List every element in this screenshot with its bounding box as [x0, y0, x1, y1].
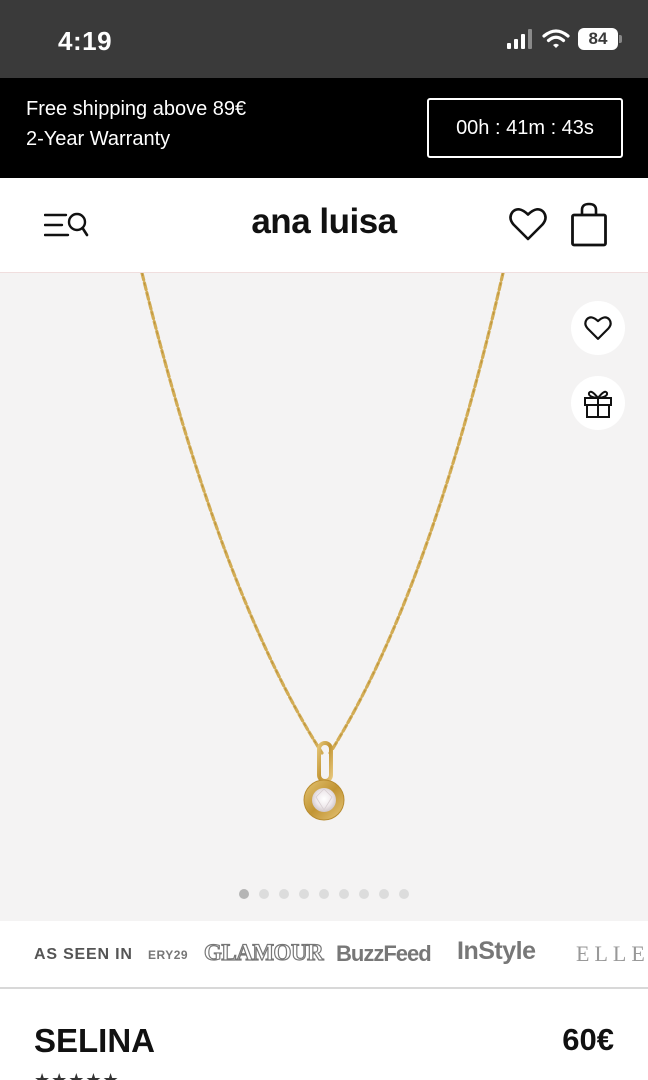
brand-logo[interactable]: ana luisa [0, 202, 648, 242]
heart-icon [584, 316, 612, 340]
cellular-signal-icon [507, 29, 532, 49]
gift-button[interactable] [571, 376, 625, 430]
battery-icon: 84 [578, 28, 622, 50]
as-seen-in-bar: AS SEEN IN ERY29 GLAMOUR BuzzFeed InStyl… [0, 921, 648, 989]
press-logo-glamour: GLAMOUR [203, 939, 324, 965]
as-seen-in-label: AS SEEN IN [34, 946, 133, 963]
carousel-dot[interactable] [239, 889, 249, 899]
star-rating: ★★★★★ [34, 1070, 120, 1080]
carousel-dot[interactable] [279, 889, 289, 899]
gift-icon [584, 390, 612, 418]
necklace-image [140, 273, 505, 821]
heart-icon[interactable] [509, 206, 547, 242]
carousel-dot[interactable] [359, 889, 369, 899]
status-time: 4:19 [58, 26, 113, 56]
carousel-dot[interactable] [339, 889, 349, 899]
product-price: 60€ [562, 1022, 614, 1057]
add-to-wishlist-button[interactable] [571, 301, 625, 355]
countdown-timer: 00h : 41m : 43s [427, 98, 623, 158]
free-shipping-text: Free shipping above 89€ [26, 98, 247, 120]
warranty-text: 2-Year Warranty [26, 128, 171, 150]
status-icons: 84 [506, 28, 622, 50]
carousel-dots [0, 889, 648, 899]
carousel-dot[interactable] [399, 889, 409, 899]
carousel-dot[interactable] [259, 889, 269, 899]
rating-row[interactable]: ★★★★★ [34, 1070, 120, 1080]
wifi-icon [542, 29, 570, 48]
product-name: SELINA [34, 1022, 156, 1059]
carousel-dot[interactable] [299, 889, 309, 899]
carousel-dot[interactable] [379, 889, 389, 899]
status-bar: 4:19 84 [0, 0, 648, 78]
press-logo-instyle: InStyle [457, 937, 536, 965]
battery-level: 84 [588, 29, 608, 48]
product-image-gallery[interactable] [0, 273, 648, 921]
carousel-dot[interactable] [319, 889, 329, 899]
press-logo-elle: ELLE [576, 941, 648, 966]
press-logo-buzzfeed: BuzzFeed [336, 941, 432, 966]
site-header: ana luisa [0, 178, 648, 273]
promo-bar: Free shipping above 89€ 2-Year Warranty … [0, 78, 648, 178]
press-logo-ery29: ERY29 [148, 948, 189, 962]
shopping-bag-icon[interactable] [570, 202, 608, 248]
